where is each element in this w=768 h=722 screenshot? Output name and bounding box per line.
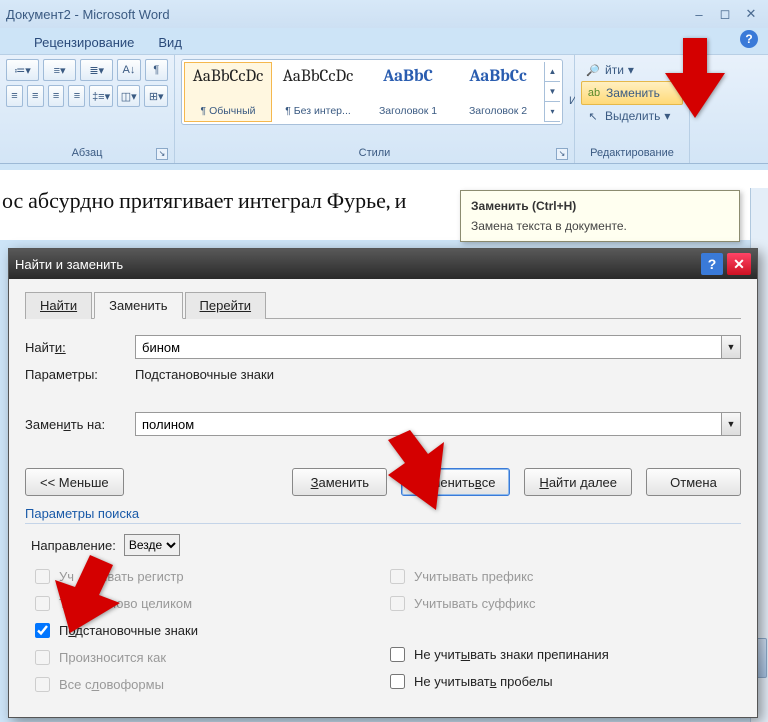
shading-button[interactable]: ◫▾ xyxy=(117,85,141,107)
group-paragraph: ≔▾ ≡▾ ≣▾ A↓ ¶ ≡ ≡ ≡ ≡ ‡≡▾ ◫▾ ⊞▾ Абзац ↘ xyxy=(0,55,175,163)
tab-view[interactable]: Вид xyxy=(154,31,186,54)
search-params-heading: Параметры поиска xyxy=(25,506,741,524)
tooltip-replace: Заменить (Ctrl+H) Замена текста в докуме… xyxy=(460,190,740,242)
tab-review[interactable]: Рецензирование xyxy=(30,31,138,54)
binoculars-icon: 🔎 xyxy=(585,62,601,78)
help-icon[interactable]: ? xyxy=(740,30,758,48)
annotation-arrow-3 xyxy=(55,555,120,633)
title-bar: Документ2 - Microsoft Word – ◻ ✕ xyxy=(0,0,768,28)
maximize-button[interactable]: ◻ xyxy=(714,6,736,22)
group-styles: AaBbCcDc ¶ Обычный AaBbCcDc ¶ Без интер.… xyxy=(175,55,575,163)
params-value: Подстановочные знаки xyxy=(135,367,274,382)
tooltip-title: Заменить (Ctrl+H) xyxy=(471,199,729,213)
styles-dialog-launcher[interactable]: ↘ xyxy=(556,148,568,160)
borders-button[interactable]: ⊞▾ xyxy=(144,85,168,107)
dialog-titlebar[interactable]: Найти и заменить ? ✕ xyxy=(9,249,757,279)
dialog-tab-find[interactable]: Найти xyxy=(25,292,92,319)
direction-select[interactable]: Везде xyxy=(124,534,180,556)
replace-label: Заменить на: xyxy=(25,417,135,432)
app-title: Документ2 - Microsoft Word xyxy=(6,7,170,22)
gallery-scroll[interactable]: ▲▼▾ xyxy=(544,62,560,122)
numbered-list-button[interactable]: ≡▾ xyxy=(43,59,76,81)
align-right-button[interactable]: ≡ xyxy=(48,85,65,107)
chk-ignore-spaces[interactable]: Не учитывать пробелы xyxy=(386,671,741,692)
sort-button[interactable]: A↓ xyxy=(117,59,140,81)
group-label-paragraph: Абзац ↘ xyxy=(6,145,168,161)
tooltip-body: Замена текста в документе. xyxy=(471,219,729,233)
paragraph-dialog-launcher[interactable]: ↘ xyxy=(156,148,168,160)
replace-icon: ab xyxy=(586,85,602,101)
find-next-button[interactable]: Найти далее xyxy=(524,468,632,496)
style-normal[interactable]: AaBbCcDc ¶ Обычный xyxy=(184,62,272,122)
ribbon-tabs: Рецензирование Вид ? xyxy=(0,28,768,54)
replace-dropdown[interactable]: ▼ xyxy=(721,412,741,436)
annotation-arrow-1 xyxy=(665,38,725,118)
chk-ignore-punct[interactable]: Не учитывать знаки препинания xyxy=(386,644,741,665)
line-spacing-button[interactable]: ‡≡▾ xyxy=(89,85,113,107)
dialog-tab-goto[interactable]: Перейти xyxy=(185,292,267,319)
style-heading2[interactable]: AaBbCc Заголовок 2 xyxy=(454,62,542,122)
find-dropdown[interactable]: ▼ xyxy=(721,335,741,359)
minimize-button[interactable]: – xyxy=(688,6,710,22)
align-center-button[interactable]: ≡ xyxy=(27,85,44,107)
show-marks-button[interactable]: ¶ xyxy=(145,59,168,81)
dialog-help-button[interactable]: ? xyxy=(701,253,723,275)
annotation-arrow-2 xyxy=(388,430,453,510)
group-label-editing: Редактирование xyxy=(581,145,683,161)
bullet-list-button[interactable]: ≔▾ xyxy=(6,59,39,81)
ribbon: ≔▾ ≡▾ ≣▾ A↓ ¶ ≡ ≡ ≡ ≡ ‡≡▾ ◫▾ ⊞▾ Абзац ↘ … xyxy=(0,54,768,164)
less-button[interactable]: << Меньше xyxy=(25,468,124,496)
align-justify-button[interactable]: ≡ xyxy=(68,85,85,107)
chk-sounds-like: Произносится как xyxy=(31,647,386,668)
dialog-title: Найти и заменить xyxy=(15,257,123,272)
chk-suffix: Учитывать суффикс xyxy=(386,593,741,614)
style-heading1[interactable]: AaBbC Заголовок 1 xyxy=(364,62,452,122)
group-label-styles: Стили ↘ xyxy=(181,145,568,161)
replace-one-button[interactable]: Заменить xyxy=(292,468,387,496)
multilevel-list-button[interactable]: ≣▾ xyxy=(80,59,113,81)
style-no-spacing[interactable]: AaBbCcDc ¶ Без интер... xyxy=(274,62,362,122)
find-label: Найти: xyxy=(25,340,135,355)
close-button[interactable]: ✕ xyxy=(740,6,762,22)
chk-prefix: Учитывать префикс xyxy=(386,566,741,587)
dialog-close-button[interactable]: ✕ xyxy=(727,253,751,275)
cursor-icon: ↖ xyxy=(585,108,601,124)
chk-word-forms: Все словоформы xyxy=(31,674,386,695)
find-input[interactable] xyxy=(135,335,721,359)
dialog-tab-replace[interactable]: Заменить xyxy=(94,292,182,319)
cancel-button[interactable]: Отмена xyxy=(646,468,741,496)
direction-label: Направление: xyxy=(31,538,116,553)
params-label: Параметры: xyxy=(25,367,135,382)
find-replace-dialog: Найти и заменить ? ✕ Найти Заменить Пере… xyxy=(8,248,758,718)
dialog-tabs: Найти Заменить Перейти xyxy=(25,291,741,319)
align-left-button[interactable]: ≡ xyxy=(6,85,23,107)
styles-gallery[interactable]: AaBbCcDc ¶ Обычный AaBbCcDc ¶ Без интер.… xyxy=(181,59,563,125)
